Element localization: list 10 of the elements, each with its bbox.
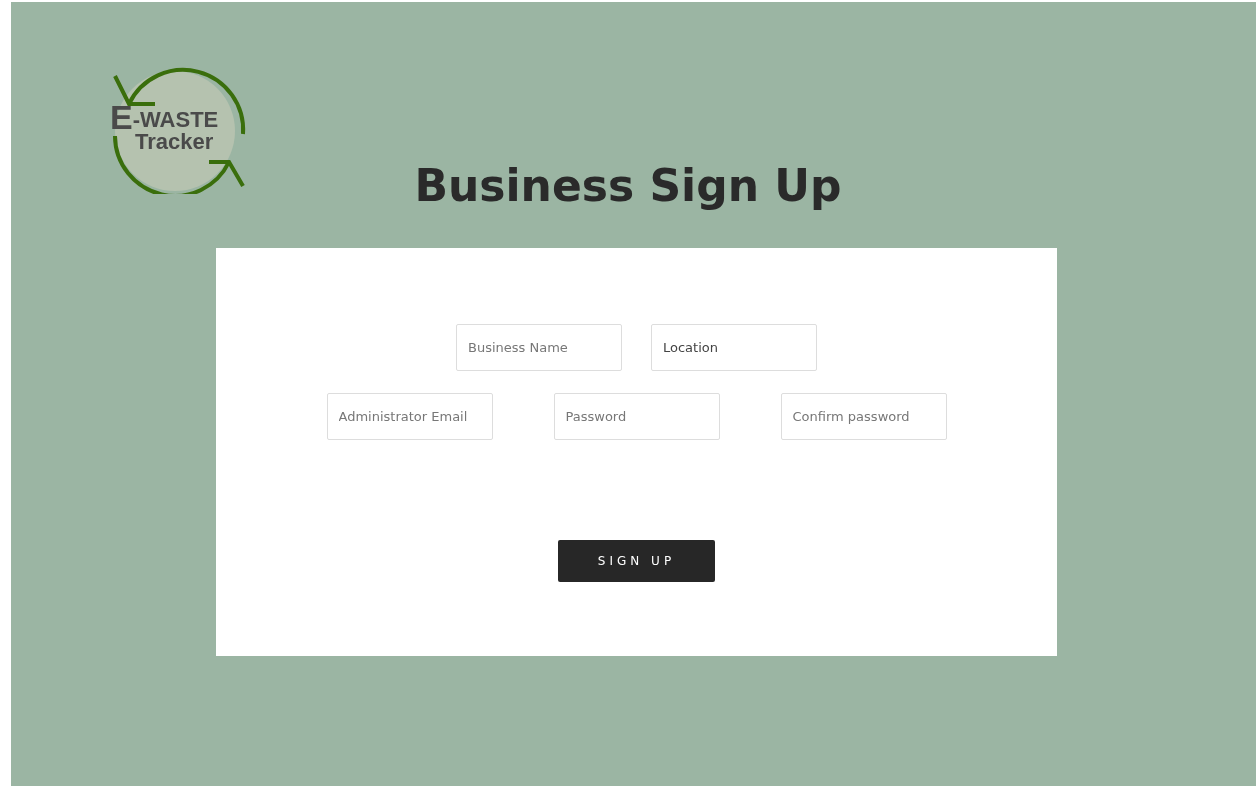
logo-letter: E (110, 104, 133, 132)
logo-subtitle: Tracker (135, 131, 215, 154)
input-field[interactable]: Location (651, 324, 817, 371)
input-field[interactable]: Confirm password (780, 393, 947, 440)
input-field[interactable]: Administrator Email (326, 393, 493, 440)
sign-up-button[interactable]: SIGN UP (558, 540, 715, 582)
logo-text: -WASTE (132, 109, 219, 132)
input-field[interactable]: Password (553, 393, 720, 440)
page-title: Business Sign Up (413, 160, 843, 211)
input-field[interactable]: Business Name (456, 324, 622, 371)
